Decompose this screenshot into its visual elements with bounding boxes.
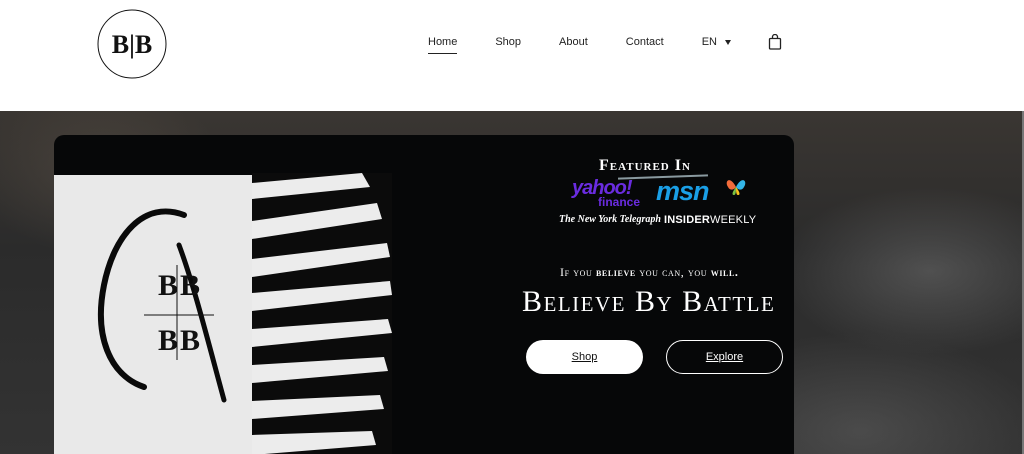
logo-mark: B|B xyxy=(97,9,167,79)
hero-card: B B B B Featured In yahoo! finance msn T… xyxy=(54,135,794,454)
logo-letters: B|B xyxy=(112,30,152,59)
tagline-pre: If you xyxy=(560,265,596,279)
nav-shop[interactable]: Shop xyxy=(495,36,521,48)
svg-text:B: B xyxy=(158,324,178,357)
weekly-text: WEEKLY xyxy=(710,214,757,226)
svg-text:B: B xyxy=(180,324,200,357)
svg-text:B: B xyxy=(158,269,178,302)
nav-contact[interactable]: Contact xyxy=(626,36,664,48)
tagline-bold: believe xyxy=(595,265,636,279)
featured-in-title: Featured In xyxy=(599,157,691,174)
svg-text:B: B xyxy=(180,269,200,302)
language-label: EN xyxy=(701,36,717,48)
insider-bold-text: INSIDER xyxy=(664,214,711,226)
shop-button[interactable]: Shop xyxy=(526,340,643,374)
language-selector[interactable]: EN xyxy=(702,36,731,48)
shopping-bag-icon[interactable] xyxy=(768,33,782,50)
main-nav: Home Shop About Contact EN xyxy=(428,36,777,54)
tagline-end: will. xyxy=(710,265,739,279)
hero-tagline: If you believe you can, you will. xyxy=(560,265,739,280)
hero-title: Believe By Battle xyxy=(522,285,776,318)
bag-logo-graphic: B B B B xyxy=(144,265,214,360)
brand-logo[interactable]: B|B xyxy=(96,8,168,80)
yahoo-finance-logo: yahoo! finance xyxy=(572,178,644,208)
telegraph-logo: The New York Telegraph xyxy=(559,214,661,225)
tagline-mid: you can, you xyxy=(635,265,711,279)
nav-about[interactable]: About xyxy=(559,36,588,48)
msn-logo: msn xyxy=(656,176,710,206)
finance-text: finance xyxy=(598,195,641,209)
nav-home[interactable]: Home xyxy=(428,36,458,54)
site-header: B|B Home Shop About Contact EN xyxy=(0,0,1024,111)
chevron-down-icon xyxy=(725,39,731,45)
hero-section: B B B B Featured In yahoo! finance msn T… xyxy=(0,111,1024,454)
msn-butterfly-icon xyxy=(726,180,746,195)
explore-button[interactable]: Explore xyxy=(666,340,783,374)
insider-weekly-logo: INSIDERWEEKLY xyxy=(664,214,756,226)
striped-tissue-graphic xyxy=(252,173,392,454)
